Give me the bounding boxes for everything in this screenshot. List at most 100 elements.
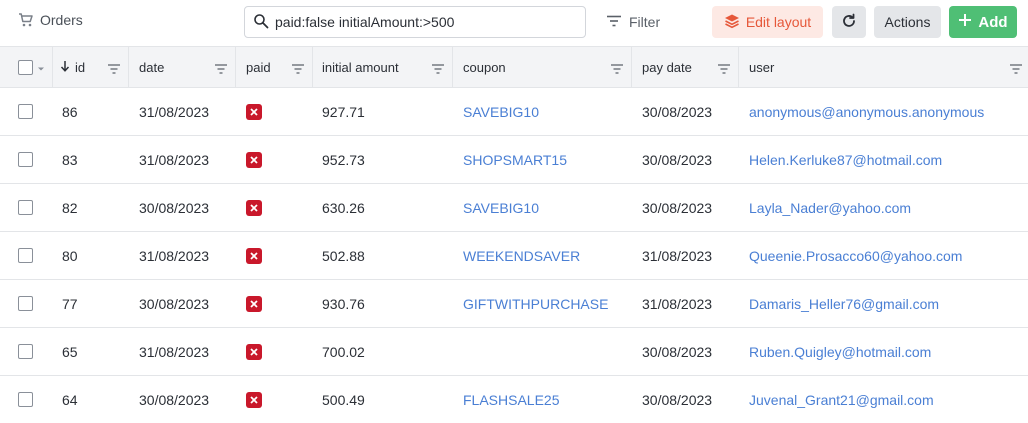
cell-paid[interactable] bbox=[246, 136, 262, 183]
column-header-paid[interactable]: paid bbox=[246, 47, 271, 87]
cell-date[interactable]: 30/08/2023 bbox=[139, 184, 209, 231]
row-select-cell[interactable] bbox=[18, 184, 33, 231]
search-input[interactable] bbox=[275, 14, 575, 30]
table-row[interactable]: 82 30/08/2023 630.26 SAVEBIG10 30/08/202… bbox=[0, 184, 1028, 232]
table-row[interactable]: 64 30/08/2023 500.49 FLASHSALE25 30/08/2… bbox=[0, 376, 1028, 423]
row-select-cell[interactable] bbox=[18, 232, 33, 279]
cell-initial-amount[interactable]: 500.49 bbox=[322, 376, 365, 423]
row-checkbox[interactable] bbox=[18, 296, 33, 311]
row-checkbox[interactable] bbox=[18, 392, 33, 407]
cell-user-link[interactable]: Ruben.Quigley@hotmail.com bbox=[749, 328, 931, 375]
table-row[interactable]: 80 31/08/2023 502.88 WEEKENDSAVER 31/08/… bbox=[0, 232, 1028, 280]
cell-initial-amount[interactable]: 630.26 bbox=[322, 184, 365, 231]
cell-id[interactable]: 80 bbox=[62, 232, 78, 279]
table-row[interactable]: 65 31/08/2023 700.02 30/08/2023 Ruben.Qu… bbox=[0, 328, 1028, 376]
column-header-coupon[interactable]: coupon bbox=[463, 47, 506, 87]
cell-pay-date[interactable]: 30/08/2023 bbox=[642, 184, 712, 231]
cell-user-link[interactable]: Helen.Kerluke87@hotmail.com bbox=[749, 136, 942, 183]
cell-coupon-link[interactable]: SHOPSMART15 bbox=[463, 136, 567, 183]
row-checkbox[interactable] bbox=[18, 248, 33, 263]
cell-pay-date[interactable]: 31/08/2023 bbox=[642, 232, 712, 279]
cell-paid[interactable] bbox=[246, 328, 262, 375]
column-header-initial-amount[interactable]: initial amount bbox=[322, 47, 399, 87]
cell-user-link[interactable]: Queenie.Prosacco60@yahoo.com bbox=[749, 232, 962, 279]
cell-date[interactable]: 30/08/2023 bbox=[139, 280, 209, 327]
column-separator[interactable] bbox=[235, 47, 236, 87]
cell-pay-date[interactable]: 30/08/2023 bbox=[642, 88, 712, 135]
column-menu-icon[interactable] bbox=[292, 61, 304, 77]
cell-initial-amount[interactable]: 927.71 bbox=[322, 88, 365, 135]
select-all-control[interactable] bbox=[18, 47, 45, 87]
cell-initial-amount[interactable]: 502.88 bbox=[322, 232, 365, 279]
cell-paid[interactable] bbox=[246, 280, 262, 327]
column-menu-icon[interactable] bbox=[611, 61, 623, 77]
column-separator[interactable] bbox=[452, 47, 453, 87]
row-checkbox[interactable] bbox=[18, 344, 33, 359]
cell-user-link[interactable]: Damaris_Heller76@gmail.com bbox=[749, 280, 939, 327]
column-menu-icon[interactable] bbox=[1010, 61, 1022, 77]
cell-id[interactable]: 65 bbox=[62, 328, 78, 375]
cell-coupon-link[interactable]: SAVEBIG10 bbox=[463, 184, 539, 231]
column-menu-icon[interactable] bbox=[432, 61, 444, 77]
table-row[interactable]: 86 31/08/2023 927.71 SAVEBIG10 30/08/202… bbox=[0, 88, 1028, 136]
cell-id[interactable]: 64 bbox=[62, 376, 78, 423]
column-menu-icon[interactable] bbox=[215, 61, 227, 77]
actions-button[interactable]: Actions bbox=[874, 6, 941, 38]
cell-pay-date[interactable]: 31/08/2023 bbox=[642, 280, 712, 327]
edit-layout-button[interactable]: Edit layout bbox=[712, 6, 823, 38]
cell-user-link[interactable]: Layla_Nader@yahoo.com bbox=[749, 184, 911, 231]
cell-initial-amount[interactable]: 700.02 bbox=[322, 328, 365, 375]
cell-coupon-link[interactable]: SAVEBIG10 bbox=[463, 88, 539, 135]
cell-date[interactable]: 31/08/2023 bbox=[139, 136, 209, 183]
cell-initial-amount[interactable]: 952.73 bbox=[322, 136, 365, 183]
row-checkbox[interactable] bbox=[18, 104, 33, 119]
search-box[interactable] bbox=[244, 6, 586, 38]
cell-pay-date[interactable]: 30/08/2023 bbox=[642, 328, 712, 375]
column-separator[interactable] bbox=[52, 47, 53, 87]
chevron-down-icon[interactable] bbox=[37, 60, 45, 75]
column-header-date[interactable]: date bbox=[139, 47, 164, 87]
column-separator[interactable] bbox=[128, 47, 129, 87]
cell-paid[interactable] bbox=[246, 376, 262, 423]
cell-pay-date[interactable]: 30/08/2023 bbox=[642, 376, 712, 423]
cell-paid[interactable] bbox=[246, 232, 262, 279]
row-select-cell[interactable] bbox=[18, 328, 33, 375]
column-header-user[interactable]: user bbox=[749, 47, 774, 87]
row-checkbox[interactable] bbox=[18, 152, 33, 167]
cell-user-link[interactable]: Juvenal_Grant21@gmail.com bbox=[749, 376, 934, 423]
column-menu-icon[interactable] bbox=[718, 61, 730, 77]
row-select-cell[interactable] bbox=[18, 376, 33, 423]
cell-paid[interactable] bbox=[246, 88, 262, 135]
cell-coupon-link[interactable]: FLASHSALE25 bbox=[463, 376, 560, 423]
row-select-cell[interactable] bbox=[18, 136, 33, 183]
filter-button[interactable]: Filter bbox=[602, 7, 664, 37]
cell-paid[interactable] bbox=[246, 184, 262, 231]
select-all-checkbox[interactable] bbox=[18, 59, 33, 75]
cell-id[interactable]: 77 bbox=[62, 280, 78, 327]
add-button[interactable]: Add bbox=[949, 6, 1017, 38]
cell-date[interactable]: 31/08/2023 bbox=[139, 88, 209, 135]
cell-id[interactable]: 82 bbox=[62, 184, 78, 231]
cell-initial-amount[interactable]: 930.76 bbox=[322, 280, 365, 327]
row-select-cell[interactable] bbox=[18, 88, 33, 135]
cell-id[interactable]: 86 bbox=[62, 88, 78, 135]
table-row[interactable]: 83 31/08/2023 952.73 SHOPSMART15 30/08/2… bbox=[0, 136, 1028, 184]
cell-user-link[interactable]: anonymous@anonymous.anonymous bbox=[749, 88, 984, 135]
column-menu-icon[interactable] bbox=[108, 61, 120, 77]
arrow-down-icon[interactable] bbox=[60, 60, 70, 75]
cell-date[interactable]: 31/08/2023 bbox=[139, 328, 209, 375]
table-row[interactable]: 77 30/08/2023 930.76 GIFTWITHPURCHASE 31… bbox=[0, 280, 1028, 328]
cell-pay-date[interactable]: 30/08/2023 bbox=[642, 136, 712, 183]
column-header-id[interactable]: id bbox=[60, 47, 85, 87]
cell-date[interactable]: 31/08/2023 bbox=[139, 232, 209, 279]
row-checkbox[interactable] bbox=[18, 200, 33, 215]
cell-coupon-link[interactable]: GIFTWITHPURCHASE bbox=[463, 280, 608, 327]
column-separator[interactable] bbox=[738, 47, 739, 87]
cell-date[interactable]: 30/08/2023 bbox=[139, 376, 209, 423]
column-header-pay-date[interactable]: pay date bbox=[642, 47, 692, 87]
refresh-button[interactable] bbox=[832, 6, 866, 38]
cell-coupon-link[interactable]: WEEKENDSAVER bbox=[463, 232, 580, 279]
column-separator[interactable] bbox=[631, 47, 632, 87]
row-select-cell[interactable] bbox=[18, 280, 33, 327]
column-separator[interactable] bbox=[312, 47, 313, 87]
